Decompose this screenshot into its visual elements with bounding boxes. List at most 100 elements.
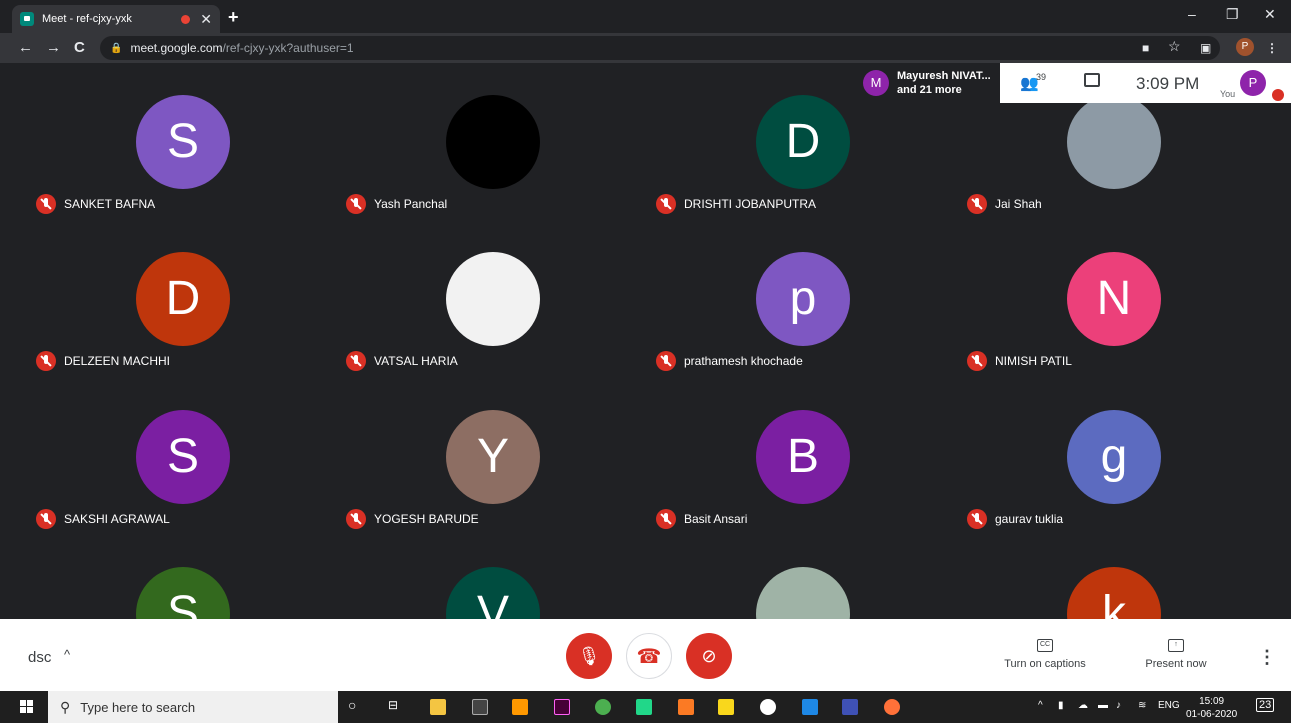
participant-name-row: prathamesh khochade: [656, 351, 803, 371]
chrome-icon[interactable]: [595, 699, 611, 715]
minimize-button[interactable]: –: [1188, 6, 1196, 22]
self-label: You: [1220, 89, 1236, 99]
mic-muted-icon: [967, 194, 987, 214]
vscode-icon[interactable]: [802, 699, 818, 715]
camera-toggle-button[interactable]: ⊘: [686, 633, 732, 679]
tab-close-button[interactable]: ✕: [200, 11, 212, 28]
taskbar-search-input[interactable]: ⚲ Type here to search: [48, 691, 338, 723]
extension-icon[interactable]: ▣: [1200, 41, 1211, 55]
participant-avatar: D: [136, 252, 230, 346]
participant-tile[interactable]: N NIMISH PATIL: [959, 220, 1269, 377]
github-icon[interactable]: [760, 699, 776, 715]
participant-name: gaurav tuklia: [995, 512, 1064, 526]
adobe-xd-icon[interactable]: [554, 699, 570, 715]
mic-muted-icon: [656, 194, 676, 214]
participant-avatar: S: [136, 410, 230, 504]
clock-time: 15:09: [1199, 696, 1225, 707]
meeting-details-button[interactable]: dsc: [28, 649, 51, 666]
mic-muted-icon: [36, 351, 56, 371]
mic-muted-icon: [346, 351, 366, 371]
mic-muted-icon: [967, 509, 987, 529]
new-tab-button[interactable]: +: [228, 7, 239, 28]
cortana-icon[interactable]: ○: [348, 697, 364, 713]
browser-tab-bar: Meet - ref-cjxy-yxk ✕ + – ❐ ✕: [0, 0, 1291, 33]
firefox-icon[interactable]: [884, 699, 900, 715]
present-label: Present now: [1145, 658, 1207, 670]
window-app-icon[interactable]: [472, 699, 488, 715]
sublime-text-icon[interactable]: [512, 699, 528, 715]
close-window-button[interactable]: ✕: [1264, 6, 1276, 23]
participant-tile[interactable]: B Basit Ansari: [648, 378, 958, 535]
participant-tile[interactable]: k: [959, 535, 1269, 619]
pycharm-icon[interactable]: [636, 699, 652, 715]
back-button[interactable]: ←: [18, 39, 33, 56]
windows-start-icon[interactable]: [20, 700, 34, 714]
participant-tile[interactable]: VATSAL HARIA: [338, 220, 648, 377]
participant-photo: [756, 567, 850, 619]
presenter-avatar: M: [863, 70, 889, 96]
participant-tile[interactable]: S SAKSHI AGRAWAL: [28, 378, 338, 535]
reload-button[interactable]: C: [74, 39, 85, 56]
sticky-notes-icon[interactable]: [718, 699, 734, 715]
xampp-icon[interactable]: [678, 699, 694, 715]
tray-expand-icon[interactable]: ^: [1038, 700, 1043, 711]
participant-name-row: gaurav tuklia: [967, 509, 1063, 529]
volume-icon[interactable]: ♪: [1116, 700, 1121, 711]
chevron-up-icon[interactable]: ^: [64, 647, 70, 662]
app-icon[interactable]: [842, 699, 858, 715]
participant-name-row: Yash Panchal: [346, 194, 447, 214]
call-controls: dsc ^ 🎙 ☎ ⊘ CC Turn on captions ↑ Presen…: [0, 619, 1291, 691]
search-icon: ⚲: [60, 698, 71, 715]
mic-off-icon: 🎙: [577, 645, 601, 666]
participant-tile[interactable]: g gaurav tuklia: [959, 378, 1269, 535]
microphone-toggle-button[interactable]: 🎙: [566, 633, 612, 679]
presenter-chip[interactable]: M Mayuresh NIVAT... and 21 more: [857, 63, 999, 103]
captions-button[interactable]: CC Turn on captions: [1000, 639, 1090, 670]
participant-avatar: B: [756, 410, 850, 504]
tray-app-icon[interactable]: ▮: [1058, 700, 1064, 711]
bookmark-star-icon[interactable]: ☆: [1168, 38, 1181, 55]
present-now-button[interactable]: ↑ Present now: [1140, 639, 1212, 670]
maximize-button[interactable]: ❐: [1226, 6, 1239, 23]
chat-icon[interactable]: [1084, 73, 1100, 87]
participant-tile[interactable]: Y YOGESH BARUDE: [338, 378, 648, 535]
participant-tile[interactable]: V: [338, 535, 648, 619]
participant-photo: [1067, 95, 1161, 189]
wifi-icon[interactable]: ≋: [1138, 700, 1146, 711]
profile-avatar[interactable]: P: [1236, 38, 1254, 56]
participant-tile[interactable]: S: [28, 535, 338, 619]
mic-muted-icon: [656, 509, 676, 529]
participant-name: YOGESH BARUDE: [374, 512, 479, 526]
system-clock[interactable]: 15:09 01-06-2020: [1186, 695, 1237, 721]
participant-tile[interactable]: p prathamesh khochade: [648, 220, 958, 377]
meeting-info-bar: 👥 39 3:09 PM You P: [1000, 63, 1291, 103]
forward-button[interactable]: →: [46, 39, 61, 56]
mic-muted-icon: [346, 194, 366, 214]
participant-name-row: VATSAL HARIA: [346, 351, 458, 371]
leave-call-button[interactable]: ☎: [626, 633, 672, 679]
notifications-icon[interactable]: 23: [1256, 698, 1275, 712]
battery-icon[interactable]: ▬: [1098, 700, 1108, 711]
participant-name: SANKET BAFNA: [64, 197, 156, 211]
self-avatar[interactable]: P: [1240, 70, 1266, 96]
browser-menu-icon[interactable]: ⋮: [1266, 41, 1278, 55]
windows-taskbar: ⚲ Type here to search ○ ⊟ ^ ▮ ☁ ▬ ♪ ≋ EN…: [0, 691, 1291, 723]
participant-tile[interactable]: S SANKET BAFNA: [28, 63, 338, 220]
onedrive-icon[interactable]: ☁: [1078, 700, 1088, 711]
task-view-icon[interactable]: ⊟: [388, 698, 404, 714]
participant-tile[interactable]: Yash Panchal: [338, 63, 648, 220]
tab-title: Meet - ref-cjxy-yxk: [42, 13, 132, 25]
participant-name-row: DRISHTI JOBANPUTRA: [656, 194, 816, 214]
file-explorer-icon[interactable]: [430, 699, 446, 715]
address-bar-row: ← → C 🔒 meet.google.com /ref-cjxy-yxk?au…: [0, 33, 1291, 63]
language-indicator[interactable]: ENG: [1158, 700, 1180, 711]
participant-tile[interactable]: D DELZEEN MACHHI: [28, 220, 338, 377]
participant-tile[interactable]: [648, 535, 958, 619]
more-options-button[interactable]: ⋮: [1258, 647, 1276, 668]
participant-name-row: Jai Shah: [967, 194, 1042, 214]
camera-indicator-icon[interactable]: ■: [1142, 41, 1149, 55]
meet-favicon-icon: [20, 12, 34, 26]
participant-avatar: k: [1067, 567, 1161, 619]
tab-meet[interactable]: Meet - ref-cjxy-yxk ✕: [12, 5, 220, 33]
url-input[interactable]: 🔒 meet.google.com /ref-cjxy-yxk?authuser…: [100, 36, 1220, 60]
